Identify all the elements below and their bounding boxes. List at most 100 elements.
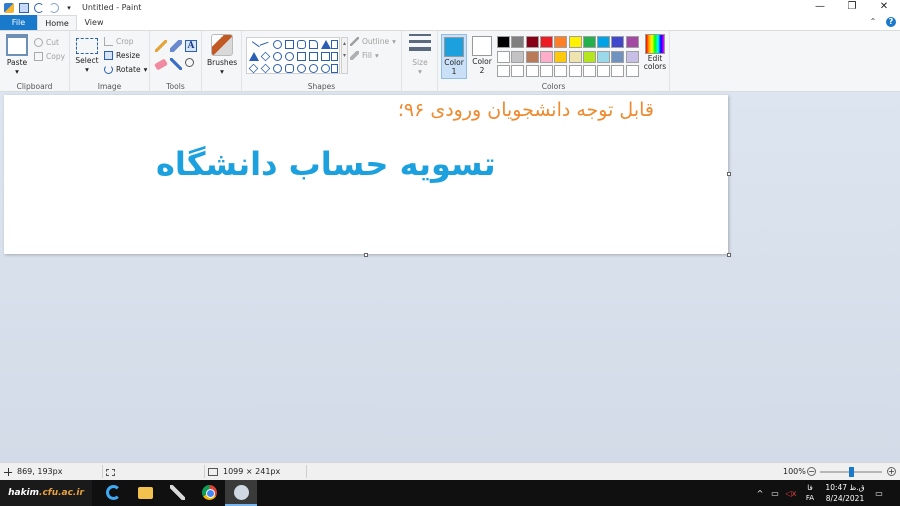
paint-app-icon[interactable] bbox=[4, 2, 14, 13]
edit-colors-button[interactable]: Edit colors bbox=[642, 34, 668, 71]
zoom-slider-thumb[interactable] bbox=[848, 467, 854, 477]
taskbar-chrome[interactable] bbox=[193, 480, 225, 506]
brushes-button[interactable]: Brushes ▾ bbox=[207, 34, 237, 76]
palette-swatch[interactable] bbox=[597, 65, 611, 77]
taskbar-internet-explorer[interactable] bbox=[97, 480, 129, 506]
palette-swatch[interactable] bbox=[611, 50, 625, 63]
taskbar-tool-app[interactable] bbox=[161, 480, 193, 506]
resize-button[interactable]: Resize bbox=[104, 50, 140, 61]
resize-handle-right[interactable] bbox=[727, 172, 731, 176]
palette-swatch[interactable] bbox=[625, 65, 639, 77]
taskbar-paint[interactable] bbox=[225, 480, 257, 506]
cut-button[interactable]: Cut bbox=[34, 37, 59, 48]
pencil-icon[interactable] bbox=[155, 40, 167, 52]
tab-home[interactable]: Home bbox=[37, 15, 77, 30]
minimize-button[interactable]: — bbox=[804, 0, 836, 15]
palette-swatch[interactable] bbox=[611, 65, 625, 77]
palette-swatch[interactable] bbox=[511, 36, 525, 48]
drawing-canvas[interactable]: قابل توجه دانشجویان ورودی ۹۶؛ تسویه حساب… bbox=[4, 95, 728, 254]
cloud-callout-shape-icon[interactable] bbox=[309, 64, 318, 73]
down-arrow-shape-icon[interactable] bbox=[331, 52, 338, 61]
palette-swatch[interactable] bbox=[497, 65, 510, 77]
palette-swatch[interactable] bbox=[597, 50, 611, 63]
magnifier-icon[interactable] bbox=[185, 58, 194, 67]
zoom-in-button[interactable]: + bbox=[887, 467, 896, 476]
select-button[interactable]: Select ▾ bbox=[74, 34, 100, 74]
palette-swatch[interactable] bbox=[582, 36, 596, 48]
rectangle-shape-icon[interactable] bbox=[285, 40, 294, 49]
triangle-shape-icon[interactable] bbox=[321, 40, 331, 49]
eraser-icon[interactable] bbox=[154, 58, 168, 71]
close-button[interactable]: ✕ bbox=[868, 0, 900, 15]
show-hidden-icons-button[interactable]: ^ bbox=[754, 480, 766, 506]
right-triangle-shape-icon[interactable] bbox=[249, 52, 259, 61]
resize-handle-corner[interactable] bbox=[727, 253, 731, 257]
palette-swatch[interactable] bbox=[568, 65, 582, 77]
right-triangle-shape-icon[interactable] bbox=[331, 40, 338, 49]
palette-swatch[interactable] bbox=[554, 65, 568, 77]
palette-swatch[interactable] bbox=[625, 36, 639, 48]
rounded-callout-shape-icon[interactable] bbox=[285, 64, 294, 73]
taskbar-file-explorer[interactable] bbox=[129, 480, 161, 506]
lightning-shape-icon[interactable] bbox=[331, 64, 338, 73]
maximize-button[interactable]: ❐ bbox=[836, 0, 868, 15]
diamond-shape-icon[interactable] bbox=[260, 51, 271, 62]
text-tool-icon[interactable]: A bbox=[185, 40, 197, 52]
palette-swatch[interactable] bbox=[539, 36, 553, 48]
size-button[interactable]: Size ▾ bbox=[407, 34, 433, 76]
paste-button[interactable]: Paste ▾ bbox=[4, 34, 30, 76]
outline-button[interactable]: Outline ▾ bbox=[350, 36, 396, 47]
notifications-icon[interactable]: ▭ bbox=[872, 480, 886, 506]
left-arrow-shape-icon[interactable] bbox=[309, 52, 318, 61]
palette-swatch[interactable] bbox=[525, 50, 539, 63]
palette-swatch[interactable] bbox=[539, 65, 553, 77]
redo-icon[interactable] bbox=[49, 2, 59, 13]
pentagon-shape-icon[interactable] bbox=[273, 52, 282, 61]
palette-swatch[interactable] bbox=[511, 65, 525, 77]
network-icon[interactable]: ▭ bbox=[768, 480, 782, 506]
input-language[interactable]: فا FA bbox=[800, 480, 820, 506]
oval-callout-shape-icon[interactable] bbox=[297, 64, 306, 73]
tab-file[interactable]: File bbox=[0, 15, 37, 30]
copy-button[interactable]: Copy bbox=[34, 51, 65, 62]
customize-quick-access-icon[interactable]: ▾ bbox=[64, 3, 74, 13]
crop-button[interactable]: Crop bbox=[104, 36, 134, 47]
zoom-slider[interactable] bbox=[820, 467, 882, 477]
color1-button[interactable]: Color 1 bbox=[441, 34, 467, 79]
collapse-ribbon-icon[interactable]: ⌃ bbox=[868, 17, 878, 27]
shapes-gallery-scrollbar[interactable]: ▴ ▾ bbox=[341, 37, 348, 74]
palette-swatch[interactable] bbox=[582, 50, 596, 63]
color-picker-icon[interactable] bbox=[170, 58, 182, 70]
palette-swatch[interactable] bbox=[554, 36, 568, 48]
rounded-rectangle-shape-icon[interactable] bbox=[297, 40, 306, 49]
palette-swatch[interactable] bbox=[497, 36, 510, 48]
fill-button[interactable]: Fill ▾ bbox=[350, 50, 379, 61]
up-arrow-shape-icon[interactable] bbox=[321, 52, 330, 61]
heart-shape-icon[interactable] bbox=[321, 64, 330, 73]
palette-swatch[interactable] bbox=[554, 50, 568, 63]
palette-swatch[interactable] bbox=[582, 65, 596, 77]
hexagon-shape-icon[interactable] bbox=[285, 52, 294, 61]
palette-swatch[interactable] bbox=[525, 65, 539, 77]
palette-swatch[interactable] bbox=[597, 36, 611, 48]
tab-view[interactable]: View bbox=[77, 15, 111, 30]
palette-swatch[interactable] bbox=[568, 36, 582, 48]
save-icon[interactable] bbox=[19, 2, 29, 13]
fill-bucket-icon[interactable] bbox=[170, 40, 182, 52]
polygon-shape-icon[interactable] bbox=[309, 40, 318, 49]
four-point-star-shape-icon[interactable] bbox=[248, 63, 259, 74]
undo-icon[interactable] bbox=[34, 2, 44, 13]
right-arrow-shape-icon[interactable] bbox=[297, 52, 306, 61]
palette-swatch[interactable] bbox=[625, 50, 639, 63]
oval-shape-icon[interactable] bbox=[273, 40, 282, 49]
six-point-star-shape-icon[interactable] bbox=[273, 64, 282, 73]
resize-handle-bottom[interactable] bbox=[364, 253, 368, 257]
palette-swatch[interactable] bbox=[568, 50, 582, 63]
help-icon[interactable]: ? bbox=[886, 17, 896, 27]
clock[interactable]: ق.ظ 10:47 8/24/2021 bbox=[822, 482, 868, 504]
palette-swatch[interactable] bbox=[539, 50, 553, 63]
palette-swatch[interactable] bbox=[525, 36, 539, 48]
rotate-button[interactable]: Rotate ▾ bbox=[104, 64, 147, 75]
volume-muted-icon[interactable]: ◁x bbox=[783, 480, 799, 506]
palette-swatch[interactable] bbox=[511, 50, 525, 63]
